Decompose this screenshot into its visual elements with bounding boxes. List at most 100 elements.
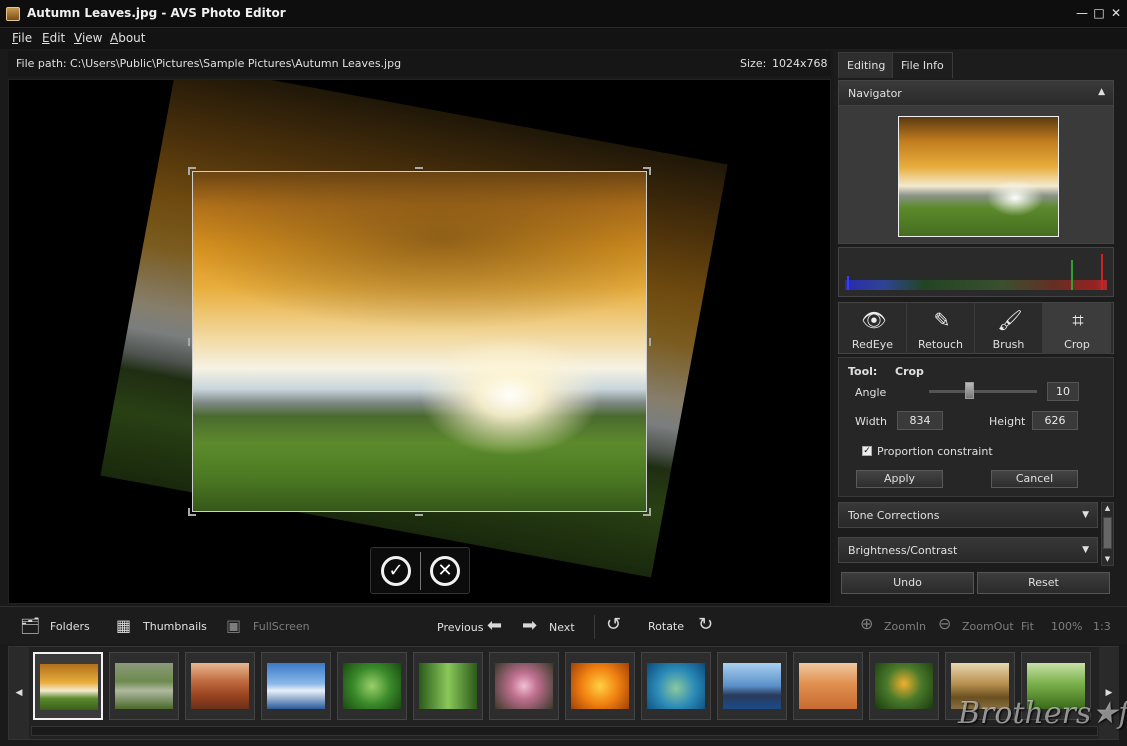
- undo-button[interactable]: Undo: [841, 572, 974, 594]
- angle-label: Angle: [855, 386, 887, 399]
- crop-handle-bottom[interactable]: [415, 508, 423, 516]
- menu-edit[interactable]: Edit: [42, 31, 65, 45]
- rotate-left-icon[interactable]: ↺: [606, 614, 621, 635]
- thumbnails-button[interactable]: Thumbnails: [143, 620, 207, 633]
- crop-region[interactable]: [188, 167, 651, 516]
- proportion-label: Proportion constraint: [877, 445, 993, 458]
- thumbnail-item[interactable]: [565, 652, 635, 720]
- zoom-out-button[interactable]: ZoomOut: [962, 620, 1014, 633]
- navigator-panel: [838, 105, 1114, 244]
- strip-left-icon[interactable]: ◀: [9, 647, 29, 739]
- expand-down-icon[interactable]: ▼: [1082, 510, 1089, 520]
- tool-label: Brush: [992, 338, 1025, 351]
- expand-down-icon[interactable]: ▼: [1082, 545, 1089, 555]
- thumbnail-image: [115, 663, 173, 709]
- menu-file[interactable]: File: [12, 31, 32, 45]
- next-button[interactable]: Next: [549, 621, 575, 634]
- thumbnail-item[interactable]: [413, 652, 483, 720]
- scroll-down-icon[interactable]: ▼: [1102, 554, 1113, 565]
- crop-handle-bl[interactable]: [188, 508, 196, 516]
- thumbnail-item[interactable]: [33, 652, 103, 720]
- menu-view[interactable]: View: [74, 31, 102, 45]
- arrow-left-icon[interactable]: ⬅: [487, 615, 502, 636]
- thumbnail-image: [419, 663, 477, 709]
- tool-label: RedEye: [851, 338, 894, 351]
- navigator-thumbnail[interactable]: [898, 116, 1059, 237]
- arrow-right-icon[interactable]: ➡: [522, 615, 537, 636]
- reset-button[interactable]: Reset: [977, 572, 1110, 594]
- tool-crop-button[interactable]: ⌗ Crop: [1043, 303, 1111, 354]
- crop-handle-right[interactable]: [643, 338, 651, 346]
- strip-scrollbar[interactable]: [31, 726, 1098, 736]
- tool-label: Retouch: [918, 338, 963, 351]
- scroll-up-icon[interactable]: ▲: [1102, 503, 1113, 514]
- thumbnail-item[interactable]: [489, 652, 559, 720]
- image-canvas[interactable]: ✓ ✕: [8, 79, 831, 604]
- bottom-toolbar: 🗂 Folders ▦ Thumbnails ▣ FullScreen Prev…: [0, 606, 1127, 644]
- close-icon[interactable]: ✕: [1108, 5, 1124, 21]
- cancel-button[interactable]: Cancel: [991, 470, 1078, 488]
- scroll-thumb[interactable]: [1103, 517, 1112, 549]
- previous-button[interactable]: Previous: [437, 621, 484, 634]
- navigator-header[interactable]: Navigator ▲: [838, 80, 1114, 106]
- watermark-logo: Brothers★ft: [958, 696, 1127, 731]
- histogram-peak: [1071, 260, 1073, 290]
- tool-brush-button[interactable]: 🖌 Brush: [975, 303, 1043, 354]
- width-field[interactable]: 834: [897, 411, 943, 430]
- thumbnail-image: [343, 663, 401, 709]
- minimize-icon[interactable]: —: [1074, 5, 1090, 21]
- tool-redeye-button[interactable]: 👁 RedEye: [839, 303, 907, 354]
- fit-button[interactable]: Fit: [1021, 620, 1034, 633]
- confirm-crop-icon[interactable]: ✓: [381, 556, 411, 586]
- file-path-bar: File path: C:\Users\Public\Pictures\Samp…: [8, 51, 831, 76]
- file-path-label: File path:: [16, 57, 67, 70]
- angle-slider-thumb[interactable]: [965, 382, 974, 399]
- thumbnail-image: [267, 663, 325, 709]
- menu-about[interactable]: About: [110, 31, 146, 45]
- histogram-peak: [1101, 254, 1103, 290]
- thumbnail-item[interactable]: [717, 652, 787, 720]
- apply-button[interactable]: Apply: [856, 470, 943, 488]
- ratio-button[interactable]: 1:3: [1093, 620, 1111, 633]
- angle-field[interactable]: 10: [1047, 382, 1079, 401]
- folders-button[interactable]: Folders: [50, 620, 90, 633]
- thumbnail-item[interactable]: [793, 652, 863, 720]
- tone-corrections-header[interactable]: Tone Corrections ▼: [838, 502, 1098, 528]
- thumbnails-icon[interactable]: ▦: [116, 616, 131, 635]
- thumbnail-item[interactable]: [261, 652, 331, 720]
- brightness-contrast-header[interactable]: Brightness/Contrast ▼: [838, 537, 1098, 563]
- zoom-in-button[interactable]: ZoomIn: [884, 620, 926, 633]
- tab-file-info[interactable]: File Info: [892, 52, 953, 78]
- rotate-right-icon[interactable]: ↻: [698, 614, 713, 635]
- fullscreen-icon[interactable]: ▣: [226, 616, 241, 635]
- thumbnail-item[interactable]: [869, 652, 939, 720]
- zoom-level[interactable]: 100%: [1051, 620, 1082, 633]
- collapse-up-icon[interactable]: ▲: [1098, 87, 1105, 97]
- angle-slider-track[interactable]: [929, 390, 1037, 393]
- zoom-in-icon[interactable]: ⊕: [860, 614, 873, 633]
- crop-handle-tr[interactable]: [643, 167, 651, 175]
- tab-editing[interactable]: Editing: [838, 52, 895, 78]
- crop-handle-br[interactable]: [643, 508, 651, 516]
- panel-scrollbar[interactable]: ▲ ▼: [1101, 502, 1114, 566]
- thumbnail-item[interactable]: [337, 652, 407, 720]
- thumbnail-item[interactable]: [109, 652, 179, 720]
- crop-handle-left[interactable]: [188, 338, 196, 346]
- file-path-value: C:\Users\Public\Pictures\Sample Pictures…: [70, 57, 402, 70]
- height-label: Height: [989, 415, 1026, 428]
- crop-handle-top[interactable]: [415, 167, 423, 175]
- navigator-label: Navigator: [848, 87, 902, 100]
- maximize-icon[interactable]: □: [1091, 5, 1107, 21]
- thumbnail-item[interactable]: [641, 652, 711, 720]
- tool-retouch-button[interactable]: ✎ Retouch: [907, 303, 975, 354]
- folders-icon[interactable]: 🗂: [20, 616, 40, 635]
- crop-handle-tl[interactable]: [188, 167, 196, 175]
- fullscreen-button[interactable]: FullScreen: [253, 620, 310, 633]
- proportion-checkbox[interactable]: ✓: [862, 446, 872, 456]
- thumbnail-item[interactable]: [185, 652, 255, 720]
- cancel-crop-icon[interactable]: ✕: [430, 556, 460, 586]
- zoom-out-icon[interactable]: ⊖: [938, 614, 951, 633]
- toolbar-separator: [594, 615, 595, 639]
- thumbnail-strip: ◀ ▶: [8, 646, 1119, 740]
- height-field[interactable]: 626: [1032, 411, 1078, 430]
